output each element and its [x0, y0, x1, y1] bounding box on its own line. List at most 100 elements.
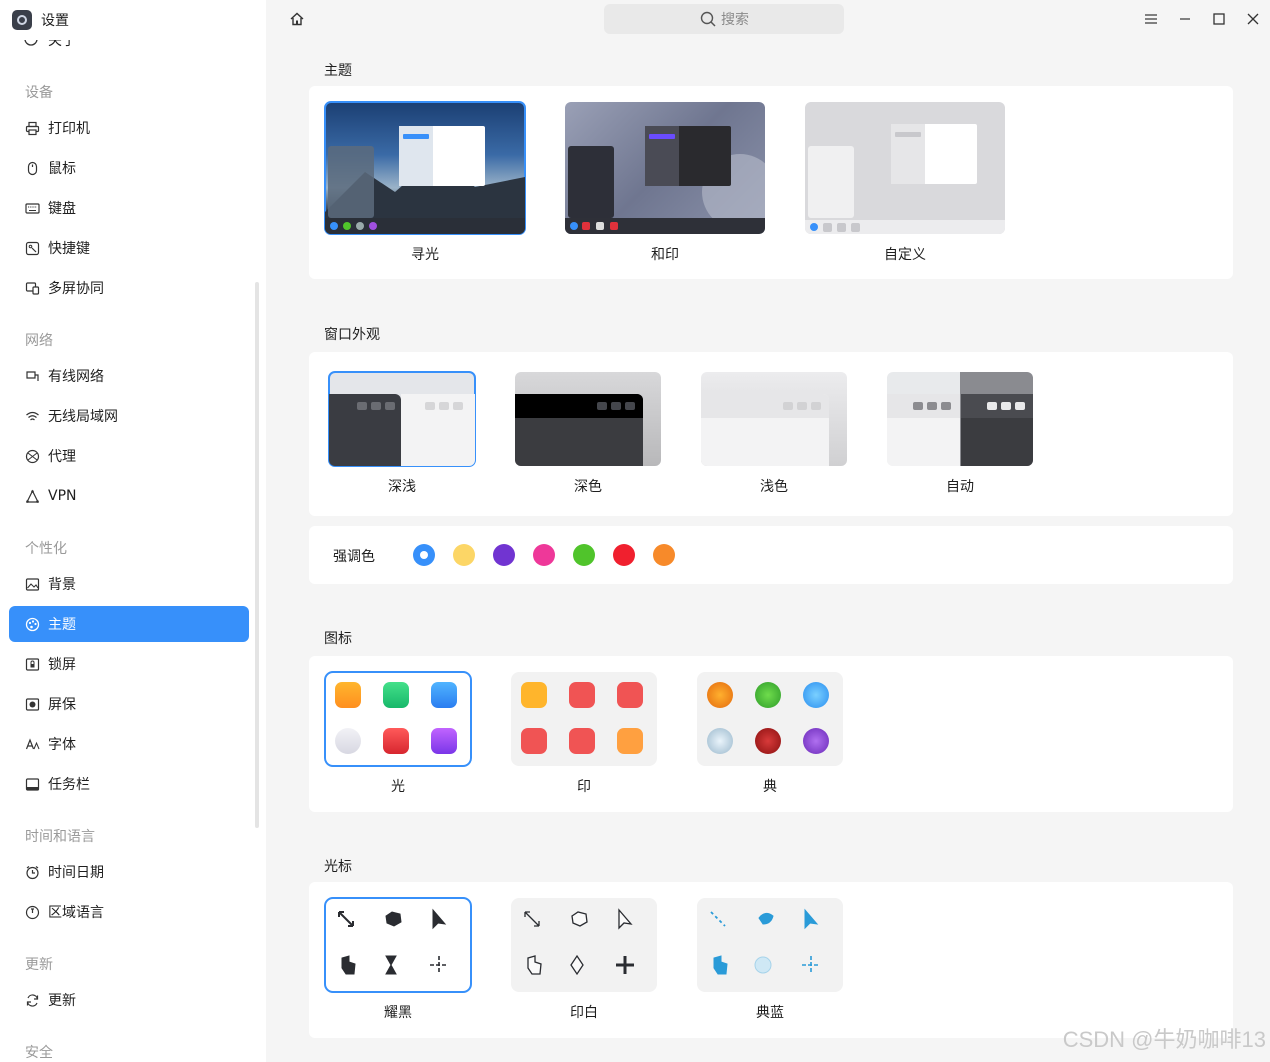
sidebar-item-font[interactable]: 字体	[9, 726, 249, 762]
theme-option-xunguang[interactable]	[324, 101, 526, 235]
sidebar-item-datetime[interactable]: 时间日期	[9, 854, 249, 890]
app-icon-files	[521, 682, 547, 708]
app-icon-weather	[617, 682, 643, 708]
vpn-icon	[24, 488, 40, 504]
sidebar-item-taskbar[interactable]: 任务栏	[9, 766, 249, 802]
home-icon[interactable]	[288, 10, 306, 28]
section-title-personalization: 个性化	[25, 541, 67, 557]
window-option-mixed[interactable]	[328, 371, 476, 467]
sidebar-item-mouse[interactable]: 鼠标	[9, 150, 249, 186]
section-title-theme: 主题	[324, 63, 352, 79]
app-icon-manager	[707, 682, 733, 708]
cursor-theme-label-dianlan: 典蓝	[756, 1005, 784, 1021]
app-icon-weather	[431, 682, 457, 708]
menu-icon[interactable]	[1142, 10, 1160, 28]
theme-card: 寻光 和印 自定义	[309, 86, 1233, 279]
icon-theme-yin[interactable]	[511, 672, 657, 766]
window-label-mixed: 深浅	[388, 479, 416, 495]
screensaver-icon	[24, 696, 40, 712]
close-icon[interactable]	[1244, 10, 1262, 28]
sidebar: 设置 关于 设备 打印机 鼠标 键盘 快捷键 多屏协同 网络 有线网络 无线局域…	[0, 0, 266, 1062]
watermark: CSDN @牛奶咖啡13	[1062, 1027, 1266, 1052]
sidebar-item-keyboard[interactable]: 键盘	[9, 190, 249, 226]
multiscreen-icon	[24, 280, 40, 296]
icon-theme-dian[interactable]	[697, 672, 843, 766]
search-input[interactable]: 搜索	[604, 4, 844, 34]
theme-label-custom: 自定义	[884, 247, 926, 263]
window-label-dark: 深色	[574, 479, 602, 495]
app-header: 设置	[0, 0, 266, 40]
sidebar-item-update[interactable]: 更新	[9, 982, 249, 1018]
region-icon	[24, 904, 40, 920]
sidebar-item-lockscreen[interactable]: 锁屏	[9, 646, 249, 682]
app-icon-photos	[803, 728, 829, 754]
icon-theme-label-guang: 光	[391, 779, 405, 795]
settings-app-icon	[12, 10, 32, 30]
window-option-dark[interactable]	[515, 372, 661, 466]
accent-color-red[interactable]	[613, 544, 635, 566]
keyboard-icon	[24, 200, 40, 216]
section-title-window: 窗口外观	[324, 327, 380, 343]
cursor-theme-yaohei[interactable]	[324, 897, 472, 993]
sidebar-item-shortcuts[interactable]: 快捷键	[9, 230, 249, 266]
accent-color-blue[interactable]	[413, 544, 435, 566]
accent-color-orange[interactable]	[653, 544, 675, 566]
window-option-light[interactable]	[701, 372, 847, 466]
sidebar-item-proxy[interactable]: 代理	[9, 438, 249, 474]
icon-theme-label-yin: 印	[577, 779, 591, 795]
app-icon-store	[755, 682, 781, 708]
app-icon-music	[755, 728, 781, 754]
sidebar-item-vpn[interactable]: VPN	[9, 478, 249, 514]
sidebar-item-wifi[interactable]: 无线局域网	[9, 398, 249, 434]
sidebar-item-theme[interactable]: 主题	[9, 606, 249, 642]
proxy-icon	[24, 448, 40, 464]
search-icon	[699, 10, 721, 28]
maximize-icon[interactable]	[1210, 10, 1228, 28]
icon-theme-card: 光 印 典	[309, 656, 1233, 812]
mouse-icon	[24, 160, 40, 176]
theme-icon	[24, 616, 40, 632]
app-icon-video	[431, 728, 457, 754]
app-icon-music	[383, 728, 409, 754]
sidebar-item-background[interactable]: 背景	[9, 566, 249, 602]
theme-label-xunguang: 寻光	[411, 247, 439, 263]
sidebar-item-wired[interactable]: 有线网络	[9, 358, 249, 394]
sidebar-item-multiscreen[interactable]: 多屏协同	[9, 270, 249, 306]
accent-color-label: 强调色	[333, 549, 375, 565]
section-title-time-language: 时间和语言	[25, 829, 95, 845]
minimize-icon[interactable]	[1176, 10, 1194, 28]
sidebar-item-printer[interactable]: 打印机	[9, 110, 249, 146]
section-title-security: 安全	[25, 1045, 53, 1061]
sidebar-scrollbar[interactable]	[255, 282, 259, 828]
app-icon-manager	[335, 682, 361, 708]
accent-color-yellow[interactable]	[453, 544, 475, 566]
accent-color-purple[interactable]	[493, 544, 515, 566]
cursor-theme-label-yaohei: 耀黑	[384, 1005, 412, 1021]
theme-label-heyin: 和印	[651, 247, 679, 263]
app-icon-photos	[617, 728, 643, 754]
sidebar-item-region[interactable]: 区域语言	[9, 894, 249, 930]
search-placeholder: 搜索	[721, 12, 749, 28]
cursor-theme-dianlan[interactable]	[697, 898, 843, 992]
section-title-devices: 设备	[25, 85, 53, 101]
section-title-icons: 图标	[324, 631, 352, 647]
section-title-cursor: 光标	[324, 859, 352, 875]
app-icon-music	[569, 728, 595, 754]
app-icon-store	[569, 682, 595, 708]
clock-icon	[24, 864, 40, 880]
icon-theme-guang[interactable]	[324, 671, 472, 767]
app-icon-disk	[521, 728, 547, 754]
update-icon	[24, 992, 40, 1008]
accent-color-green[interactable]	[573, 544, 595, 566]
accent-color-pink[interactable]	[533, 544, 555, 566]
background-icon	[24, 576, 40, 592]
theme-option-heyin[interactable]	[565, 102, 765, 234]
app-icon-disk	[707, 728, 733, 754]
window-option-auto[interactable]	[887, 372, 1033, 466]
font-icon	[24, 736, 40, 752]
theme-option-custom[interactable]	[805, 102, 1005, 234]
printer-icon	[24, 120, 40, 136]
cursor-theme-yinbai[interactable]	[511, 898, 657, 992]
window-label-light: 浅色	[760, 479, 788, 495]
sidebar-item-screensaver[interactable]: 屏保	[9, 686, 249, 722]
